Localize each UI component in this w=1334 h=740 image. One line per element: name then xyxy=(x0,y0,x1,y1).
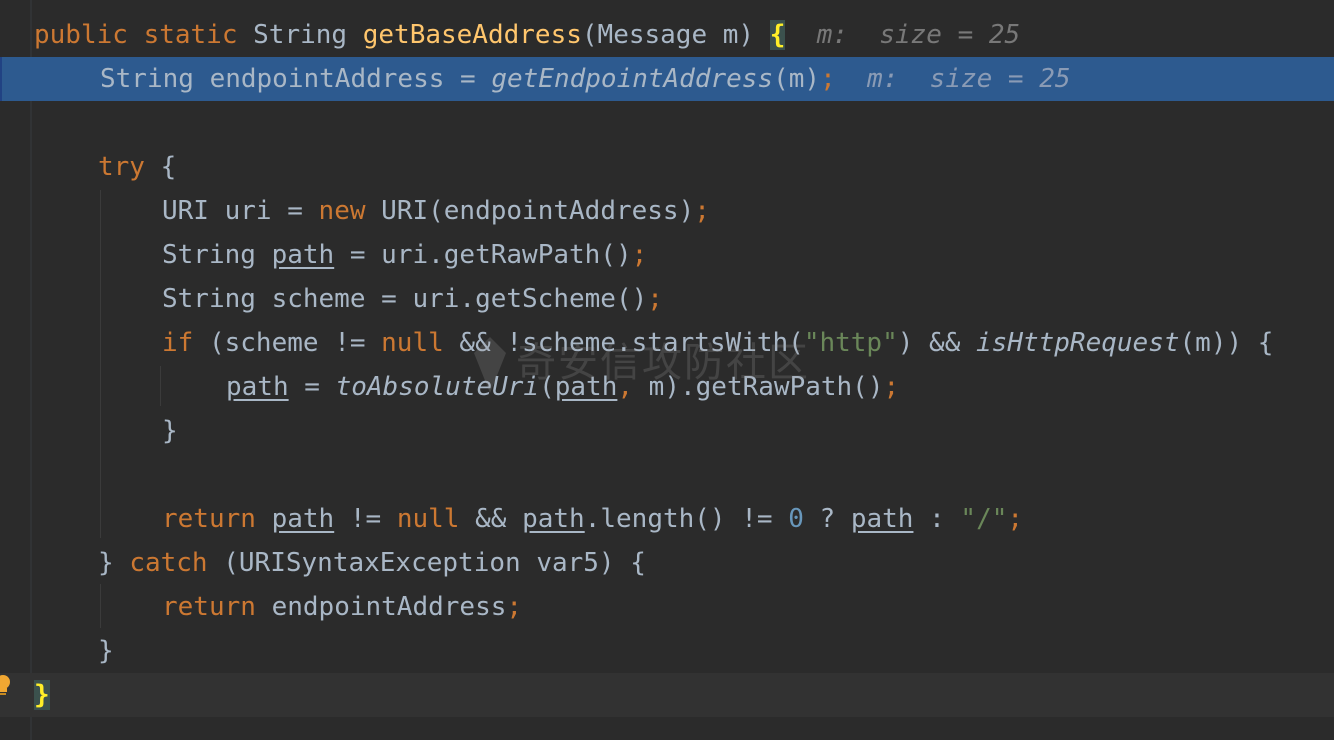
matched-brace: } xyxy=(34,680,50,710)
reassigned-variable: path xyxy=(850,504,914,534)
static-call: isHttpRequest xyxy=(976,328,1180,358)
code-text: URI uri = xyxy=(162,196,319,226)
semicolon: ; xyxy=(631,240,648,270)
keyword-catch: catch xyxy=(129,548,208,578)
code-text: ( xyxy=(539,372,555,402)
inline-debug-hint: m: size = 25 xyxy=(816,20,1021,50)
code-editor[interactable]: public static String getBaseAddress(Mess… xyxy=(0,0,1334,740)
string-literal: "http" xyxy=(803,328,898,358)
lightbulb-icon[interactable] xyxy=(0,674,12,698)
static-call: toAbsoluteUri xyxy=(335,372,540,402)
code-line-path-assign[interactable]: path = toAbsoluteUri(path, m).getRawPath… xyxy=(0,365,1334,409)
keyword: public static xyxy=(34,20,238,50)
code-line-return-endpoint[interactable]: return endpointAddress; xyxy=(0,585,1334,629)
semicolon: ; xyxy=(506,592,523,622)
reassigned-variable: path xyxy=(271,240,335,270)
code-text: { xyxy=(144,152,177,182)
code-text: String scheme = uri.getScheme() xyxy=(162,284,648,314)
keyword-null: null xyxy=(396,504,460,534)
reassigned-variable: path xyxy=(271,504,335,534)
semicolon: ; xyxy=(820,64,836,94)
closing-brace: } xyxy=(98,636,114,666)
string-literal: "/" xyxy=(960,504,1008,534)
code-line-close-catch[interactable]: } xyxy=(0,629,1334,673)
code-line-close-method[interactable]: } xyxy=(0,673,1334,717)
semicolon: ; xyxy=(647,284,663,314)
code-text: : xyxy=(913,504,961,534)
keyword-new: new xyxy=(318,196,366,226)
semicolon: ; xyxy=(694,196,710,226)
keyword-return: return xyxy=(162,504,256,534)
code-line-return-path[interactable]: return path != null && path.length() != … xyxy=(0,497,1334,541)
code-text: String xyxy=(162,240,272,270)
keyword-try: try xyxy=(98,152,145,182)
code-text: endpointAddress xyxy=(255,592,507,622)
code-text: String endpointAddress = xyxy=(100,64,492,94)
code-line-close-if[interactable]: } xyxy=(0,409,1334,453)
code-line-uri[interactable]: URI uri = new URI(endpointAddress); xyxy=(0,189,1334,233)
matched-brace: { xyxy=(769,20,786,50)
number-literal: 0 xyxy=(788,504,804,534)
code-text: } xyxy=(98,548,130,578)
reassigned-variable: path xyxy=(554,372,618,402)
code-text: .length() != xyxy=(584,504,789,534)
code-text: (scheme != xyxy=(193,328,382,358)
keyword-null: null xyxy=(381,328,444,358)
code-line-scheme[interactable]: String scheme = uri.getScheme(); xyxy=(0,277,1334,321)
reassigned-variable: path xyxy=(226,372,289,402)
static-call: getEndpointAddress xyxy=(491,64,774,94)
code-text: != xyxy=(334,504,397,534)
code-text: ? xyxy=(803,504,851,534)
params: (Message m) xyxy=(581,20,755,50)
closing-brace: } xyxy=(162,416,178,446)
code-line-1[interactable]: public static String getBaseAddress(Mess… xyxy=(0,13,1334,57)
code-text: ) && xyxy=(897,328,977,358)
code-line-try[interactable]: try { xyxy=(0,145,1334,189)
reassigned-variable: path xyxy=(522,504,585,534)
keyword-if: if xyxy=(162,328,194,358)
semicolon: ; xyxy=(1007,504,1024,534)
code-text: = xyxy=(288,372,336,402)
code-text: (m)) { xyxy=(1179,328,1274,358)
code-text: = uri.getRawPath() xyxy=(334,240,632,270)
code-text: m).getRawPath() xyxy=(633,372,884,402)
code-text: && xyxy=(459,504,523,534)
code-text: (URISyntaxException var5) { xyxy=(207,548,646,578)
method-name: getBaseAddress xyxy=(362,20,582,50)
inline-debug-hint: m: size = 25 xyxy=(867,64,1071,94)
code-line-if[interactable]: if (scheme != null && !scheme.startsWith… xyxy=(0,321,1334,365)
keyword-return: return xyxy=(162,592,256,622)
semicolon: ; xyxy=(883,372,900,402)
code-text: && !scheme.startsWith( xyxy=(443,328,804,358)
code-text: URI(endpointAddress) xyxy=(365,196,695,226)
code-line-path[interactable]: String path = uri.getRawPath(); xyxy=(0,233,1334,277)
comma: , xyxy=(617,372,634,402)
code-line-2-execution-point[interactable]: String endpointAddress = getEndpointAddr… xyxy=(0,57,1334,101)
args: (m) xyxy=(773,64,821,94)
type-name: String xyxy=(253,20,348,50)
code-line-catch[interactable]: } catch (URISyntaxException var5) { xyxy=(0,541,1334,585)
